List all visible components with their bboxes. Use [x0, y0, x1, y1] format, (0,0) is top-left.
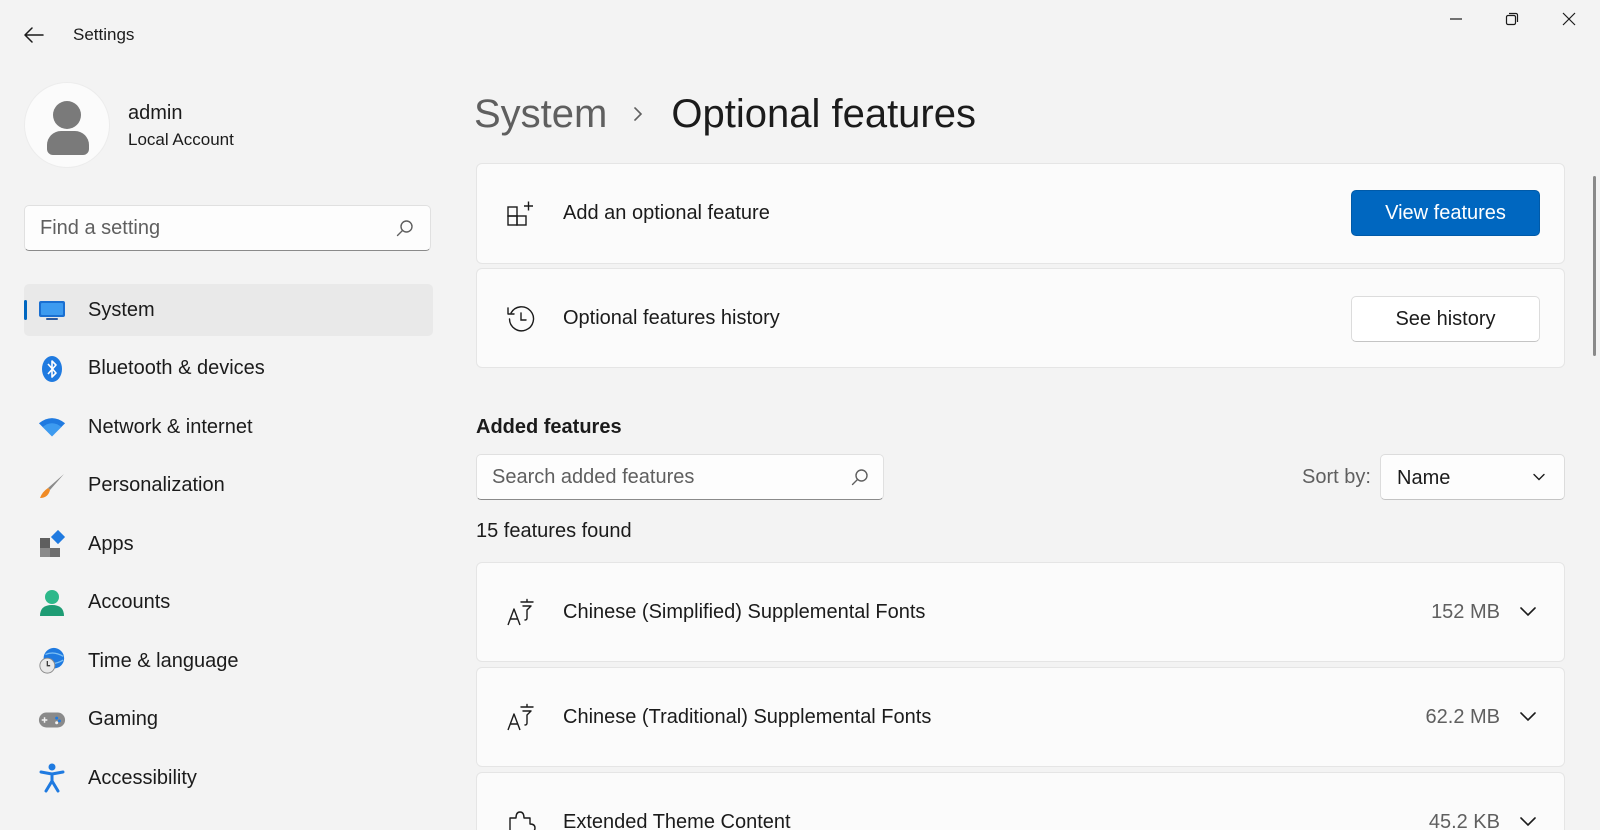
feature-name: Chinese (Traditional) Supplemental Fonts: [563, 706, 932, 728]
view-features-button[interactable]: View features: [1351, 190, 1540, 236]
gamepad-icon: [38, 706, 66, 734]
chevron-down-icon: [1533, 473, 1545, 481]
sidebar-item-label: Accessibility: [88, 766, 197, 789]
feature-size: 45.2 KB: [1428, 811, 1500, 830]
see-history-button[interactable]: See history: [1351, 296, 1540, 342]
chevron-down-icon[interactable]: [1518, 811, 1538, 830]
sidebar-item-gaming[interactable]: Gaming: [24, 694, 433, 746]
sidebar-item-label: Network & internet: [88, 415, 253, 438]
added-features-heading: Added features: [476, 416, 622, 438]
accessibility-icon: [38, 763, 66, 793]
back-arrow-icon: [24, 27, 44, 43]
chevron-down-icon[interactable]: [1518, 706, 1538, 726]
added-features-search-input[interactable]: [492, 455, 842, 499]
page-title: Optional features: [671, 91, 976, 136]
sidebar-item-accounts[interactable]: Accounts: [24, 577, 433, 629]
sidebar-item-network[interactable]: Network & internet: [24, 401, 433, 453]
feature-name: Chinese (Simplified) Supplemental Fonts: [563, 601, 926, 623]
close-icon: [1562, 12, 1576, 26]
feature-name: Extended Theme Content: [563, 811, 791, 830]
puzzle-icon: [505, 807, 537, 830]
font-icon: [505, 597, 537, 629]
settings-search-box: [24, 205, 431, 251]
minimize-icon: [1450, 18, 1462, 20]
time-language-icon: [38, 647, 66, 675]
apps-icon: [38, 530, 66, 558]
vertical-scrollbar[interactable]: [1593, 176, 1596, 356]
sidebar-item-label: System: [88, 298, 155, 321]
user-profile[interactable]: admin Local Account: [24, 82, 404, 168]
settings-search-input[interactable]: [40, 206, 390, 250]
search-icon[interactable]: [851, 468, 869, 486]
sidebar-item-label: Apps: [88, 532, 134, 555]
bluetooth-icon: [38, 355, 66, 383]
system-icon: [38, 296, 66, 324]
features-history-card: Optional features history See history: [476, 268, 1565, 368]
breadcrumb-parent[interactable]: System: [474, 92, 607, 137]
features-count: 15 features found: [476, 520, 632, 542]
add-feature-label: Add an optional feature: [563, 202, 770, 224]
chevron-down-icon[interactable]: [1518, 601, 1538, 621]
sidebar-item-label: Personalization: [88, 474, 225, 496]
title-bar: Settings: [0, 0, 1600, 70]
feature-row[interactable]: Chinese (Traditional) Supplemental Fonts…: [476, 667, 1565, 767]
sidebar-item-system[interactable]: System: [24, 284, 433, 336]
accounts-icon: [38, 589, 66, 617]
sort-value: Name: [1397, 467, 1451, 489]
feature-size: 62.2 MB: [1425, 706, 1500, 728]
sidebar-item-apps[interactable]: Apps: [24, 518, 433, 570]
add-feature-card: Add an optional feature View features: [476, 163, 1565, 264]
chevron-right-icon: [633, 104, 647, 124]
avatar-body-icon: [47, 131, 89, 155]
history-icon: [505, 303, 537, 335]
search-icon[interactable]: [396, 219, 414, 237]
avatar: [24, 82, 110, 168]
sidebar-nav: System Bluetooth & devices Network & int…: [24, 284, 433, 811]
sidebar-item-bluetooth[interactable]: Bluetooth & devices: [24, 343, 433, 395]
restore-button[interactable]: [1484, 0, 1540, 38]
sidebar-item-time-language[interactable]: Time & language: [24, 635, 433, 687]
avatar-head-icon: [53, 101, 81, 129]
feature-row[interactable]: Chinese (Simplified) Supplemental Fonts …: [476, 562, 1565, 662]
history-label: Optional features history: [563, 307, 780, 329]
sidebar-item-accessibility[interactable]: Accessibility: [24, 752, 433, 804]
profile-account-type: Local Account: [128, 130, 234, 149]
breadcrumb: System Optional features: [474, 84, 976, 144]
restore-icon: [1505, 12, 1519, 26]
sidebar-item-label: Time & language: [88, 649, 239, 672]
sort-dropdown[interactable]: Name: [1380, 454, 1565, 500]
feature-size: 152 MB: [1431, 601, 1500, 623]
app-title: Settings: [73, 25, 135, 44]
added-features-search-box: [476, 454, 884, 500]
feature-row[interactable]: Extended Theme Content 45.2 KB: [476, 772, 1565, 830]
minimize-button[interactable]: [1428, 0, 1484, 38]
font-icon: [505, 702, 537, 734]
sidebar-item-label: Accounts: [88, 591, 171, 613]
close-button[interactable]: [1541, 0, 1597, 38]
sidebar-item-label: Gaming: [88, 708, 159, 730]
sidebar-item-label: Bluetooth & devices: [88, 357, 265, 379]
add-apps-icon: [505, 198, 537, 230]
brush-icon: [38, 472, 66, 500]
wifi-icon: [38, 413, 66, 441]
sort-label: Sort by:: [1302, 466, 1371, 488]
back-button[interactable]: [18, 20, 50, 50]
sidebar-item-personalization[interactable]: Personalization: [24, 460, 433, 512]
profile-name: admin: [128, 102, 183, 124]
